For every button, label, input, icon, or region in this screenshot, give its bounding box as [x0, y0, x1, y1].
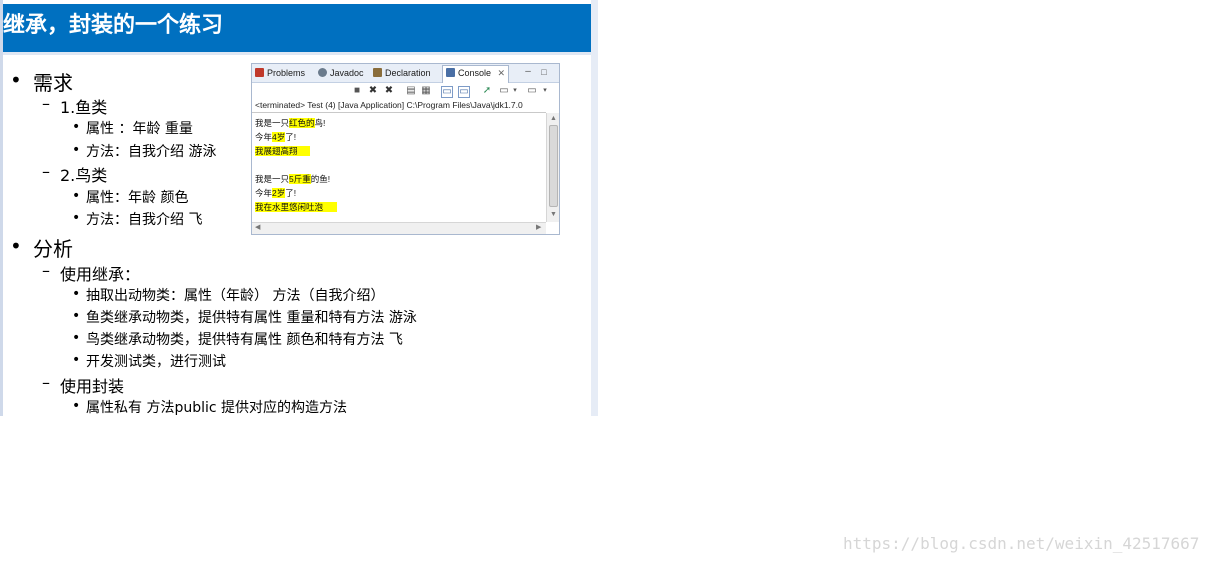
- tab-problems[interactable]: Problems: [255, 66, 305, 80]
- show-stderr-icon[interactable]: ▭: [458, 86, 470, 98]
- line-highlight: 我展翅高翔: [255, 146, 310, 156]
- title-underline: [3, 52, 591, 55]
- bullet-dash: –: [42, 373, 50, 392]
- bullet-dash: –: [42, 162, 50, 181]
- bullet-dash: –: [42, 94, 50, 113]
- console-icon: [446, 68, 455, 77]
- bullet-dot: •: [72, 210, 81, 226]
- slide-title-bar: 继承，封装的一个练习: [3, 4, 591, 52]
- line-text: 我是一只: [255, 118, 290, 128]
- declaration-icon: [373, 68, 382, 77]
- tab-label: Javadoc: [330, 68, 364, 78]
- bullet-dot: •: [72, 286, 81, 302]
- maximize-icon[interactable]: □: [539, 67, 549, 77]
- console-line: 今年2岁了!: [255, 187, 296, 199]
- scroll-left-icon[interactable]: ◀: [255, 224, 260, 232]
- line-highlight: 5斤重: [289, 174, 311, 184]
- chevron-down-icon[interactable]: ▾: [510, 86, 520, 96]
- chevron-down-icon[interactable]: ▾: [540, 86, 550, 96]
- watermark: https://blog.csdn.net/weixin_42517667: [843, 534, 1200, 553]
- encapsulation-heading: 使用封装: [60, 377, 125, 396]
- slide: 继承，封装的一个练习 • 需求 – 1.鱼类 • 属性 ：年龄 重量 • 方法：…: [0, 0, 598, 416]
- problems-icon: [255, 68, 264, 77]
- slide-left-border: [0, 0, 3, 416]
- display-console-icon[interactable]: ▭: [499, 86, 509, 96]
- line-text: 鸟!: [314, 118, 326, 128]
- tab-javadoc[interactable]: Javadoc: [318, 66, 364, 80]
- pin-console-icon[interactable]: ➚: [482, 86, 492, 96]
- bullet-dot: •: [72, 142, 81, 158]
- stop-icon[interactable]: ■: [352, 86, 362, 96]
- tab-label: Problems: [267, 68, 306, 78]
- console-line: 我是一只5斤重的鱼!: [255, 173, 330, 185]
- console-toolbar: ■ ✖ ✖ ▤ ▦ ▭ ▭ ➚ ▭ ▾ ▭ ▾: [252, 83, 559, 99]
- remove-all-icon[interactable]: ✖: [384, 86, 394, 96]
- bird-heading: 2.鸟类: [60, 166, 108, 185]
- inheritance-item: 抽取出动物类：属性（年龄） 方法（自我介绍）: [86, 288, 385, 304]
- bullet-dot: •: [72, 308, 81, 324]
- tab-label: Declaration: [385, 68, 431, 78]
- console-line: 我在水里悠闲吐泡: [255, 201, 338, 213]
- slide-title: 继承，封装的一个练习: [3, 12, 224, 38]
- scroll-thumb[interactable]: [549, 125, 558, 207]
- bullet-dot: •: [72, 188, 81, 204]
- console-line: 今年4岁了!: [255, 131, 296, 143]
- slide-right-border: [591, 0, 598, 416]
- bullet-dot: •: [72, 352, 81, 368]
- bullet-dot: •: [72, 330, 81, 346]
- bird-attributes: 属性：年龄 颜色: [86, 190, 189, 206]
- inheritance-item: 鱼类继承动物类，提供特有属性 重量和特有方法 游泳: [86, 310, 417, 326]
- bullet-dot: •: [72, 119, 81, 135]
- open-console-icon[interactable]: ▭: [527, 86, 537, 96]
- tab-console[interactable]: Console ✕: [442, 65, 510, 83]
- line-text: 了!: [285, 132, 297, 142]
- inheritance-item: 鸟类继承动物类，提供特有属性 颜色和特有方法 飞: [86, 332, 403, 348]
- line-text: 今年: [255, 188, 273, 198]
- close-icon[interactable]: ✕: [498, 68, 506, 78]
- bullet-dash: –: [42, 261, 50, 280]
- tab-label: Console: [458, 68, 492, 78]
- analysis-heading: 分析: [33, 237, 73, 261]
- inheritance-item: 开发测试类，进行测试: [86, 354, 226, 370]
- line-highlight: 4岁: [272, 132, 286, 142]
- view-tab-bar: Problems Javadoc Declaration Console ✕ –…: [252, 64, 559, 83]
- line-text: 的鱼!: [310, 174, 331, 184]
- console-panel: Problems Javadoc Declaration Console ✕ –…: [251, 63, 560, 235]
- line-text: 我是一只: [255, 174, 290, 184]
- horizontal-scrollbar[interactable]: ◀ ▶: [252, 222, 546, 234]
- line-highlight: 我在水里悠闲吐泡: [255, 202, 338, 212]
- bullet-dot: •: [10, 68, 22, 92]
- vertical-scrollbar[interactable]: ▲ ▼: [546, 113, 559, 222]
- console-line: 我展翅高翔: [255, 145, 310, 157]
- fish-attributes: 属性 ：年龄 重量: [86, 121, 193, 137]
- console-output[interactable]: 我是一只红色的鸟! 今年4岁了! 我展翅高翔 我是一只5斤重的鱼! 今年2岁了!…: [252, 112, 546, 223]
- inheritance-heading: 使用继承：: [60, 265, 141, 284]
- console-line: 我是一只红色的鸟!: [255, 117, 325, 129]
- javadoc-icon: [318, 68, 327, 77]
- scroll-up-icon[interactable]: ▲: [550, 115, 557, 123]
- bird-methods: 方法：自我介绍 飞: [86, 212, 203, 228]
- bullet-dot: •: [10, 234, 22, 258]
- bullet-dot: •: [72, 398, 81, 414]
- scroll-lock-icon[interactable]: ▦: [421, 86, 431, 96]
- scroll-down-icon[interactable]: ▼: [550, 211, 557, 219]
- line-text: 今年: [255, 132, 273, 142]
- line-highlight: 2岁: [272, 188, 286, 198]
- remove-launch-icon[interactable]: ✖: [368, 86, 378, 96]
- fish-methods: 方法：自我介绍 游泳: [86, 144, 217, 160]
- clear-console-icon[interactable]: ▤: [406, 86, 416, 96]
- line-highlight: 红色的: [289, 118, 315, 128]
- requirements-heading: 需求: [33, 71, 73, 95]
- line-text: 了!: [285, 188, 297, 198]
- fish-heading: 1.鱼类: [60, 98, 108, 117]
- show-stdout-icon[interactable]: ▭: [441, 86, 453, 98]
- minimize-icon[interactable]: –: [523, 67, 533, 77]
- encapsulation-item: 属性私有 方法public 提供对应的构造方法: [86, 400, 348, 416]
- tab-declaration[interactable]: Declaration: [373, 66, 431, 80]
- scroll-right-icon[interactable]: ▶: [536, 224, 541, 232]
- console-status: <terminated> Test (4) [Java Application]…: [255, 100, 523, 110]
